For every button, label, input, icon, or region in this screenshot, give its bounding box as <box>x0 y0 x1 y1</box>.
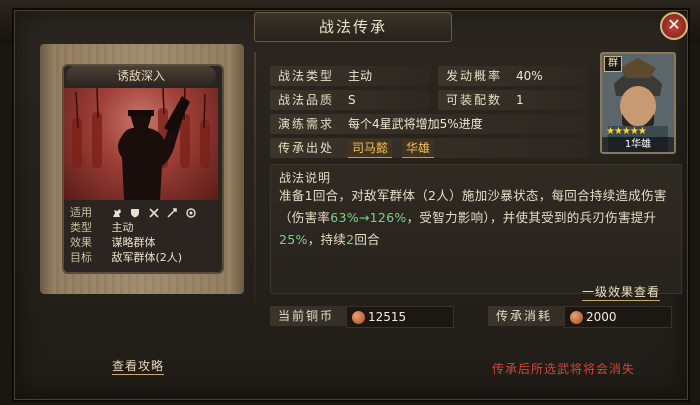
inherit-cost-row: 传承消耗 2000 <box>488 306 672 328</box>
inherit-cost-value: 2000 <box>586 310 617 324</box>
equippable-row: 可装配数 1 <box>438 90 588 110</box>
damage-from: 63% <box>330 210 359 225</box>
trigger-rate-value: 40% <box>516 69 543 83</box>
type-value: 主动 <box>111 221 134 234</box>
practice-label: 演练需求 <box>278 117 335 131</box>
effect-label: 效果 <box>70 236 92 249</box>
skill-type-row: 战法类型 主动 <box>270 66 430 86</box>
view-guide-link[interactable]: 查看攻略 <box>112 357 165 375</box>
damage-to: 126% <box>369 210 407 225</box>
troops-label: 适用 <box>70 206 92 219</box>
shield-icon <box>130 208 140 218</box>
practice-row: 演练需求 每个4星武将增加5%进度 <box>270 114 588 134</box>
close-button[interactable]: ✕ <box>660 12 688 40</box>
type-label: 类型 <box>70 221 92 234</box>
source-general-huaxiong[interactable]: 华雄 <box>402 139 435 158</box>
source-general-simayi[interactable]: 司马懿 <box>348 139 393 158</box>
inherit-cost-label: 传承消耗 <box>496 309 553 323</box>
faction-badge: 群 <box>604 56 622 72</box>
description-box: 战法说明 准备1回合，对敌军群体（2人）施加沙暴状态，每回合持续造成伤害（伤害率… <box>270 164 682 294</box>
source-row: 传承出处 司马懿 华雄 <box>270 138 588 158</box>
skill-type-value: 主动 <box>348 69 373 83</box>
warning-text: 传承后所选武将将会消失 <box>492 362 636 376</box>
general-name: 1华雄 <box>602 137 674 152</box>
copper-coin-icon <box>352 311 365 324</box>
desc-part2: ，受智力影响），并使其受到的兵刃伤害提升 <box>406 210 657 225</box>
target-value: 敌军群体(2人) <box>111 251 183 264</box>
trigger-rate-row: 发动概率 40% <box>438 66 588 86</box>
copper-coin-icon <box>570 311 583 324</box>
trigger-rate-label: 发动概率 <box>446 69 503 83</box>
cavalry-icon <box>112 208 122 218</box>
source-label: 传承出处 <box>278 141 335 155</box>
skill-card-name: 诱敌深入 <box>66 66 216 86</box>
copper-row: 当前铜币 12515 <box>270 306 454 328</box>
skill-type-label: 战法类型 <box>278 69 335 83</box>
siege-icon <box>185 208 196 218</box>
dialog-title: 战法传承 <box>254 12 452 42</box>
copper-label: 当前铜币 <box>278 309 335 323</box>
equippable-label: 可装配数 <box>446 93 503 107</box>
general-portrait[interactable]: 群 1华雄 <box>600 52 676 154</box>
inherit-cost-box: 2000 <box>564 306 672 328</box>
divider <box>254 52 256 302</box>
level-one-effect-link[interactable]: 一级效果查看 <box>582 283 661 301</box>
desc-part4: 回合 <box>354 232 380 247</box>
practice-value: 每个4星武将增加5%进度 <box>348 117 483 131</box>
archer-icon <box>167 208 177 218</box>
skill-card-info: 适用 类型 主动 效果 谋略群体 目标 敌军群体(2人) <box>64 204 218 268</box>
general-stars: ★★★★★ <box>606 126 647 137</box>
quality-value: S <box>348 93 356 107</box>
damage-boost: 25% <box>279 232 308 247</box>
desc-part3: ，持续 <box>307 232 347 247</box>
copper-value: 12515 <box>368 310 407 324</box>
equippable-value: 1 <box>516 93 524 107</box>
description-title: 战法说明 <box>279 171 332 185</box>
copper-value-box: 12515 <box>346 306 454 328</box>
description-text: 准备1回合，对敌军群体（2人）施加沙暴状态，每回合持续造成伤害（伤害率63%→1… <box>279 185 675 251</box>
target-label: 目标 <box>70 251 92 264</box>
effect-value: 谋略群体 <box>111 236 156 249</box>
quality-label: 战法品质 <box>278 93 335 107</box>
crossed-swords-icon <box>148 208 159 218</box>
quality-row: 战法品质 S <box>270 90 430 110</box>
troop-icons <box>112 206 201 220</box>
skill-card-art <box>64 87 218 200</box>
silhouette-art <box>72 87 210 200</box>
arrow-icon: → <box>358 210 370 225</box>
